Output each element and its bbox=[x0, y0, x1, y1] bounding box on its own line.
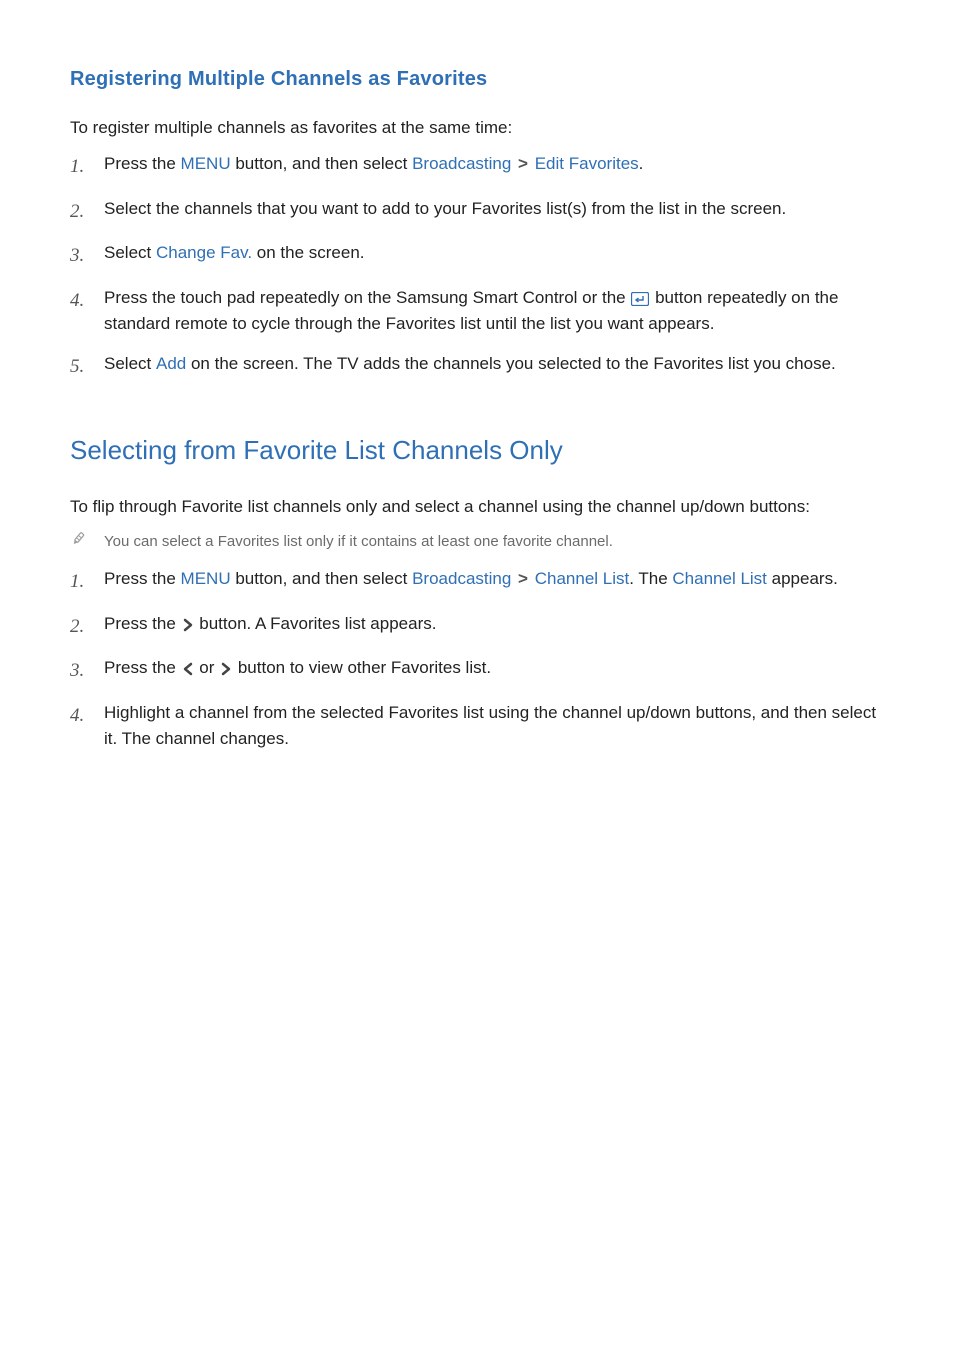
text: button, and then select bbox=[231, 154, 412, 173]
step-number: 3. bbox=[70, 655, 104, 685]
chevron-right-icon bbox=[219, 662, 233, 676]
chevron-right-icon bbox=[181, 618, 195, 632]
section-intro: To flip through Favorite list channels o… bbox=[70, 494, 884, 520]
steps-list: 1. Press the MENU button, and then selec… bbox=[70, 151, 884, 381]
text: . The bbox=[629, 569, 672, 588]
breadcrumb-sep: > bbox=[516, 154, 530, 173]
text: on the screen. The TV adds the channels … bbox=[186, 354, 836, 373]
list-item: 3. Press the or button to view other Fav… bbox=[70, 655, 884, 685]
step-body: Select the channels that you want to add… bbox=[104, 196, 884, 222]
note-row: You can select a Favorites list only if … bbox=[70, 530, 884, 556]
list-item: 2. Press the button. A Favorites list ap… bbox=[70, 611, 884, 641]
step-body: Press the MENU button, and then select B… bbox=[104, 151, 884, 177]
broadcasting-label: Broadcasting bbox=[412, 569, 511, 588]
text: Press the touch pad repeatedly on the Sa… bbox=[104, 288, 630, 307]
list-item: 1. Press the MENU button, and then selec… bbox=[70, 566, 884, 596]
breadcrumb-sep: > bbox=[516, 569, 530, 588]
step-number: 5. bbox=[70, 351, 104, 381]
change-fav-label: Change Fav. bbox=[156, 243, 252, 262]
step-body: Select Change Fav. on the screen. bbox=[104, 240, 884, 266]
section-title: Selecting from Favorite List Channels On… bbox=[70, 430, 884, 470]
step-body: Highlight a channel from the selected Fa… bbox=[104, 700, 884, 753]
text: . bbox=[639, 154, 644, 173]
note-text: You can select a Favorites list only if … bbox=[104, 530, 613, 553]
step-number: 4. bbox=[70, 700, 104, 730]
step-body: Press the MENU button, and then select B… bbox=[104, 566, 884, 592]
text: Press the bbox=[104, 614, 181, 633]
list-item: 5. Select Add on the screen. The TV adds… bbox=[70, 351, 884, 381]
step-number: 4. bbox=[70, 285, 104, 315]
section-title: Registering Multiple Channels as Favorit… bbox=[70, 64, 884, 95]
step-body: Press the button. A Favorites list appea… bbox=[104, 611, 884, 637]
step-body: Select Add on the screen. The TV adds th… bbox=[104, 351, 884, 377]
text: Press the bbox=[104, 569, 181, 588]
channel-list-label: Channel List bbox=[672, 569, 767, 588]
text: button. A Favorites list appears. bbox=[195, 614, 437, 633]
step-number: 2. bbox=[70, 611, 104, 641]
list-item: 2. Select the channels that you want to … bbox=[70, 196, 884, 226]
document-page: Registering Multiple Channels as Favorit… bbox=[0, 0, 954, 866]
list-item: 4. Highlight a channel from the selected… bbox=[70, 700, 884, 753]
text: Select bbox=[104, 243, 156, 262]
list-item: 1. Press the MENU button, and then selec… bbox=[70, 151, 884, 181]
step-number: 1. bbox=[70, 151, 104, 181]
step-body: Press the or button to view other Favori… bbox=[104, 655, 884, 681]
menu-label: MENU bbox=[181, 154, 231, 173]
text: on the screen. bbox=[252, 243, 364, 262]
text: or bbox=[195, 658, 220, 677]
text: Press the bbox=[104, 154, 181, 173]
edit-favorites-label: Edit Favorites bbox=[535, 154, 639, 173]
steps-list: 1. Press the MENU button, and then selec… bbox=[70, 566, 884, 752]
chevron-left-icon bbox=[181, 662, 195, 676]
channel-list-label: Channel List bbox=[535, 569, 630, 588]
text: button, and then select bbox=[231, 569, 412, 588]
list-item: 3. Select Change Fav. on the screen. bbox=[70, 240, 884, 270]
list-item: 4. Press the touch pad repeatedly on the… bbox=[70, 285, 884, 338]
section-intro: To register multiple channels as favorit… bbox=[70, 115, 884, 141]
enter-icon bbox=[630, 292, 650, 306]
add-label: Add bbox=[156, 354, 186, 373]
text: Select bbox=[104, 354, 156, 373]
step-number: 1. bbox=[70, 566, 104, 596]
step-body: Press the touch pad repeatedly on the Sa… bbox=[104, 285, 884, 338]
note-icon bbox=[70, 530, 104, 556]
text: appears. bbox=[767, 569, 838, 588]
broadcasting-label: Broadcasting bbox=[412, 154, 511, 173]
step-number: 2. bbox=[70, 196, 104, 226]
text: button to view other Favorites list. bbox=[233, 658, 491, 677]
step-number: 3. bbox=[70, 240, 104, 270]
text: Press the bbox=[104, 658, 181, 677]
menu-label: MENU bbox=[181, 569, 231, 588]
